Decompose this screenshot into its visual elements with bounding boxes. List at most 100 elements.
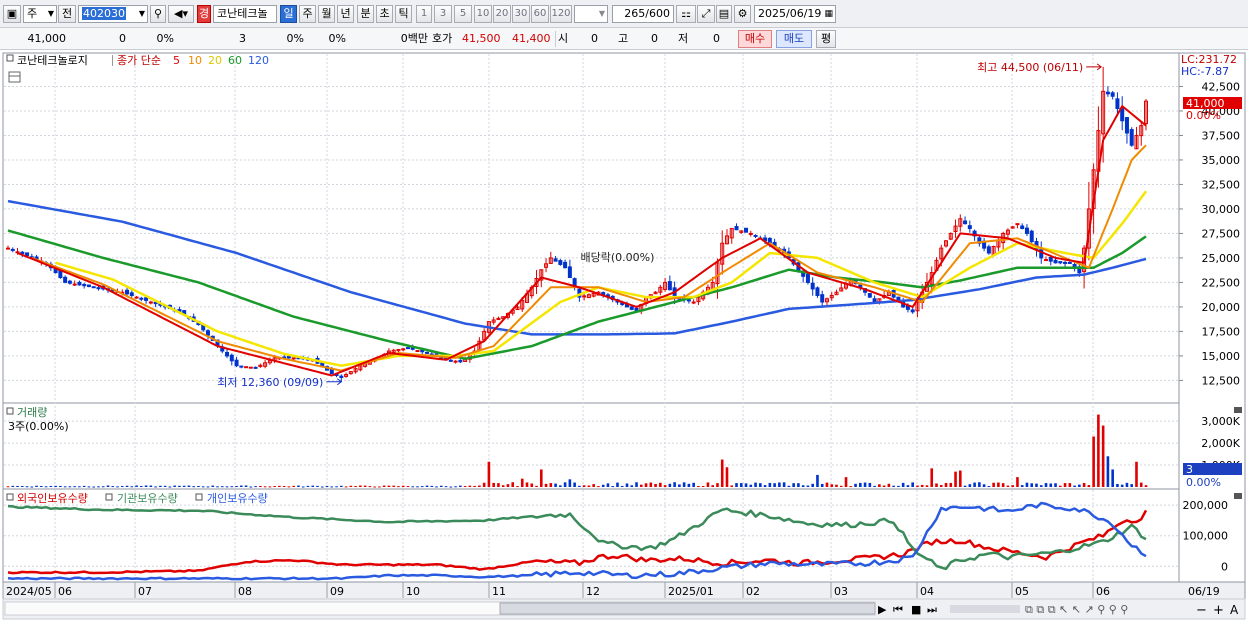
high-value: 0 [651,32,658,45]
volume-bar [192,486,195,488]
scroll-end-icon[interactable]: ⏭ [927,603,937,616]
x-tick-label: 11 [492,585,506,598]
volume-bar [987,486,991,488]
window-menu-icon[interactable]: ▣ [3,5,21,23]
volume-bar [554,483,557,487]
candle-body [734,226,739,231]
scroll-right-icon[interactable]: ▶ [878,603,887,616]
eval-button[interactable]: 평 [816,30,836,48]
tab-year[interactable]: 년 [337,5,354,23]
x-tick-label: 10 [406,585,420,598]
x-tick-label: 2024/05 [6,585,52,598]
chart-tool-icons[interactable]: ⧉ ⧉ ⧉ ↖ ↖ ↗ ⚲ ⚲ ⚲ [1025,603,1128,616]
panel-close-icon[interactable] [1234,493,1242,499]
tab-second[interactable]: 초 [376,5,393,23]
tab-tick[interactable]: 틱 [395,5,412,23]
count-input[interactable]: 265/600 [612,5,674,23]
stock-name-field: 코난테크놀 [213,5,277,23]
volume-bar [230,486,234,488]
volume-bar [878,484,881,487]
candle-body [1067,261,1072,264]
tab-day[interactable]: 일 [280,5,297,23]
candle-body [1105,91,1110,95]
zoom-in-icon[interactable]: + [1213,603,1224,618]
volume-bar [511,482,515,487]
volume-bar [659,482,662,487]
stock-chart[interactable]: 42,50040,00037,50035,00032,50030,00027,5… [0,50,1248,621]
panel-close-icon[interactable] [1234,407,1242,413]
search-icon[interactable]: ⚲ [150,5,166,23]
candle-body [125,289,130,295]
interval-select[interactable]: ▼ [574,5,608,23]
font-size-icon[interactable]: A [1230,603,1239,617]
volume-bar [144,485,148,487]
prev-button[interactable]: 전 [58,5,76,23]
gear-icon[interactable]: ⚙ [734,5,751,23]
indicator-icon[interactable]: ⚏ [676,5,696,23]
stock-code-input[interactable]: 402030 ▼ [78,5,148,23]
volume-bar [249,486,253,488]
interval-3[interactable]: 3 [434,5,452,23]
volume-bar [968,484,972,487]
save-icon[interactable]: ▤ [716,5,732,23]
x-axis-bar [2,581,1246,600]
scroll-start-icon[interactable]: ⏮ [893,603,903,616]
volume-bar [1049,483,1053,487]
market-select-label: 주 [27,7,38,20]
interval-20[interactable]: 20 [493,5,511,23]
tab-week[interactable]: 주 [299,5,316,23]
zoom-out-icon[interactable]: − [1196,603,1207,618]
tab-minute[interactable]: 분 [357,5,374,23]
calendar-icon: ▦ [824,9,833,19]
buy-button[interactable]: 매수 [738,30,772,48]
volume-bar [806,485,810,487]
volume-bar [711,485,715,487]
stock-code-value: 402030 [82,7,126,20]
volume-bar [620,485,624,487]
interval-5[interactable]: 5 [454,5,472,23]
volume-bar [397,486,400,488]
volume-bar [897,485,900,487]
interval-10[interactable]: 10 [474,5,492,23]
volume-bar [830,484,834,487]
volume-bar [816,474,819,487]
investor-tick-label: 100,000 [1183,530,1229,543]
volume-bar [220,486,224,488]
volume-bar [1144,485,1148,487]
zoom-slider[interactable] [950,605,1020,613]
divider [112,55,113,66]
interval-30[interactable]: 30 [512,5,530,23]
candle-body [567,266,572,279]
candle-body [1110,92,1115,97]
volume-bar [535,485,538,487]
volume-bar [1073,485,1076,487]
x-tick-label: 06 [58,585,72,598]
candle-body [129,292,134,296]
table-icon[interactable] [8,71,21,83]
market-select[interactable]: 주 ▼ [23,5,57,23]
date-input[interactable]: 2025/06/19 ▦ [754,5,836,23]
interval-60[interactable]: 60 [531,5,549,23]
volume-bar [668,483,672,487]
interval-120[interactable]: 120 [550,5,572,23]
volume-bar [639,484,643,487]
volume-bar [435,486,438,488]
stock-name-value: 코난테크놀 [217,7,268,20]
candle-body [139,297,144,300]
volume-bar [559,485,562,487]
chevron-down-icon: ▼ [598,9,605,18]
tab-month[interactable]: 월 [318,5,335,23]
volume-bar [911,482,914,487]
count-value: 265 [624,7,646,20]
volume-bar [273,486,276,488]
draw-tool-icon[interactable]: ⤢ [697,5,715,23]
volume-bar [992,482,995,487]
scrollbar-thumb[interactable] [499,602,876,615]
volume-tick-label: 2,000K [1201,437,1240,450]
sell-button[interactable]: 매도 [776,30,812,48]
stop-icon[interactable]: ■ [911,603,921,616]
speaker-icon[interactable]: ◀▾ [168,5,194,23]
volume-bar [201,486,205,488]
interval-1[interactable]: 1 [416,5,432,23]
count-max: /600 [645,7,670,20]
